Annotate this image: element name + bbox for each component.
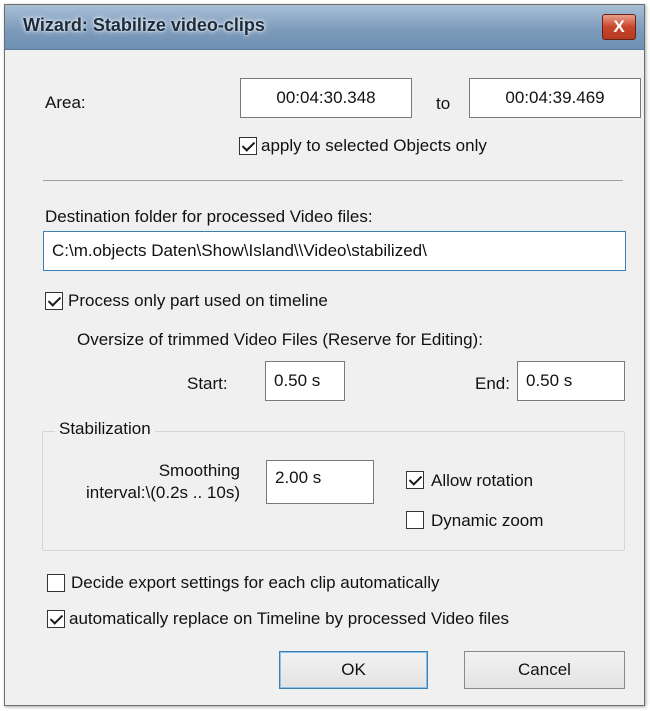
oversize-start-input[interactable]: 0.50 s <box>265 361 345 401</box>
wizard-dialog: Wizard: Stabilize video-clips X Area: 00… <box>4 4 645 706</box>
decide-export-label[interactable]: Decide export settings for each clip aut… <box>71 573 440 593</box>
ok-button[interactable]: OK <box>279 651 428 689</box>
dynamic-zoom-label[interactable]: Dynamic zoom <box>431 511 543 531</box>
cancel-button[interactable]: Cancel <box>464 651 625 689</box>
stabilization-group-title: Stabilization <box>55 419 155 439</box>
process-part-label[interactable]: Process only part used on timeline <box>68 291 328 311</box>
title-bar[interactable]: Wizard: Stabilize video-clips X <box>5 5 644 50</box>
selected-objects-checkbox[interactable] <box>239 137 257 155</box>
area-to-field[interactable]: 00:04:39.469 <box>469 78 641 118</box>
oversize-end-input[interactable]: 0.50 s <box>517 361 625 401</box>
decide-export-checkbox[interactable] <box>47 574 65 592</box>
oversize-end-label: End: <box>475 374 510 393</box>
close-button[interactable]: X <box>602 14 636 40</box>
smoothing-label-line2: interval:\(0.2s .. 10s) <box>85 483 240 502</box>
oversize-label: Oversize of trimmed Video Files (Reserve… <box>77 330 483 349</box>
dynamic-zoom-checkbox[interactable] <box>406 511 424 529</box>
destination-label: Destination folder for processed Video f… <box>45 207 373 226</box>
separator <box>43 180 623 181</box>
selected-objects-label[interactable]: apply to selected Objects only <box>261 136 487 156</box>
oversize-start-label: Start: <box>187 374 228 393</box>
process-part-checkbox[interactable] <box>45 292 63 310</box>
area-label: Area: <box>45 93 86 112</box>
allow-rotation-checkbox[interactable] <box>406 471 424 489</box>
smoothing-interval-input[interactable]: 2.00 s <box>266 460 374 504</box>
destination-path-input[interactable]: C:\m.objects Daten\Show\Island\\Video\st… <box>43 231 626 271</box>
area-from-field[interactable]: 00:04:30.348 <box>240 78 412 118</box>
auto-replace-label[interactable]: automatically replace on Timeline by pro… <box>69 609 509 629</box>
auto-replace-checkbox[interactable] <box>47 610 65 628</box>
close-icon: X <box>613 17 625 36</box>
allow-rotation-label[interactable]: Allow rotation <box>431 471 533 491</box>
smoothing-label-line1: Smoothing <box>158 461 240 480</box>
window-title: Wizard: Stabilize video-clips <box>23 15 265 35</box>
area-to-label: to <box>436 94 451 113</box>
